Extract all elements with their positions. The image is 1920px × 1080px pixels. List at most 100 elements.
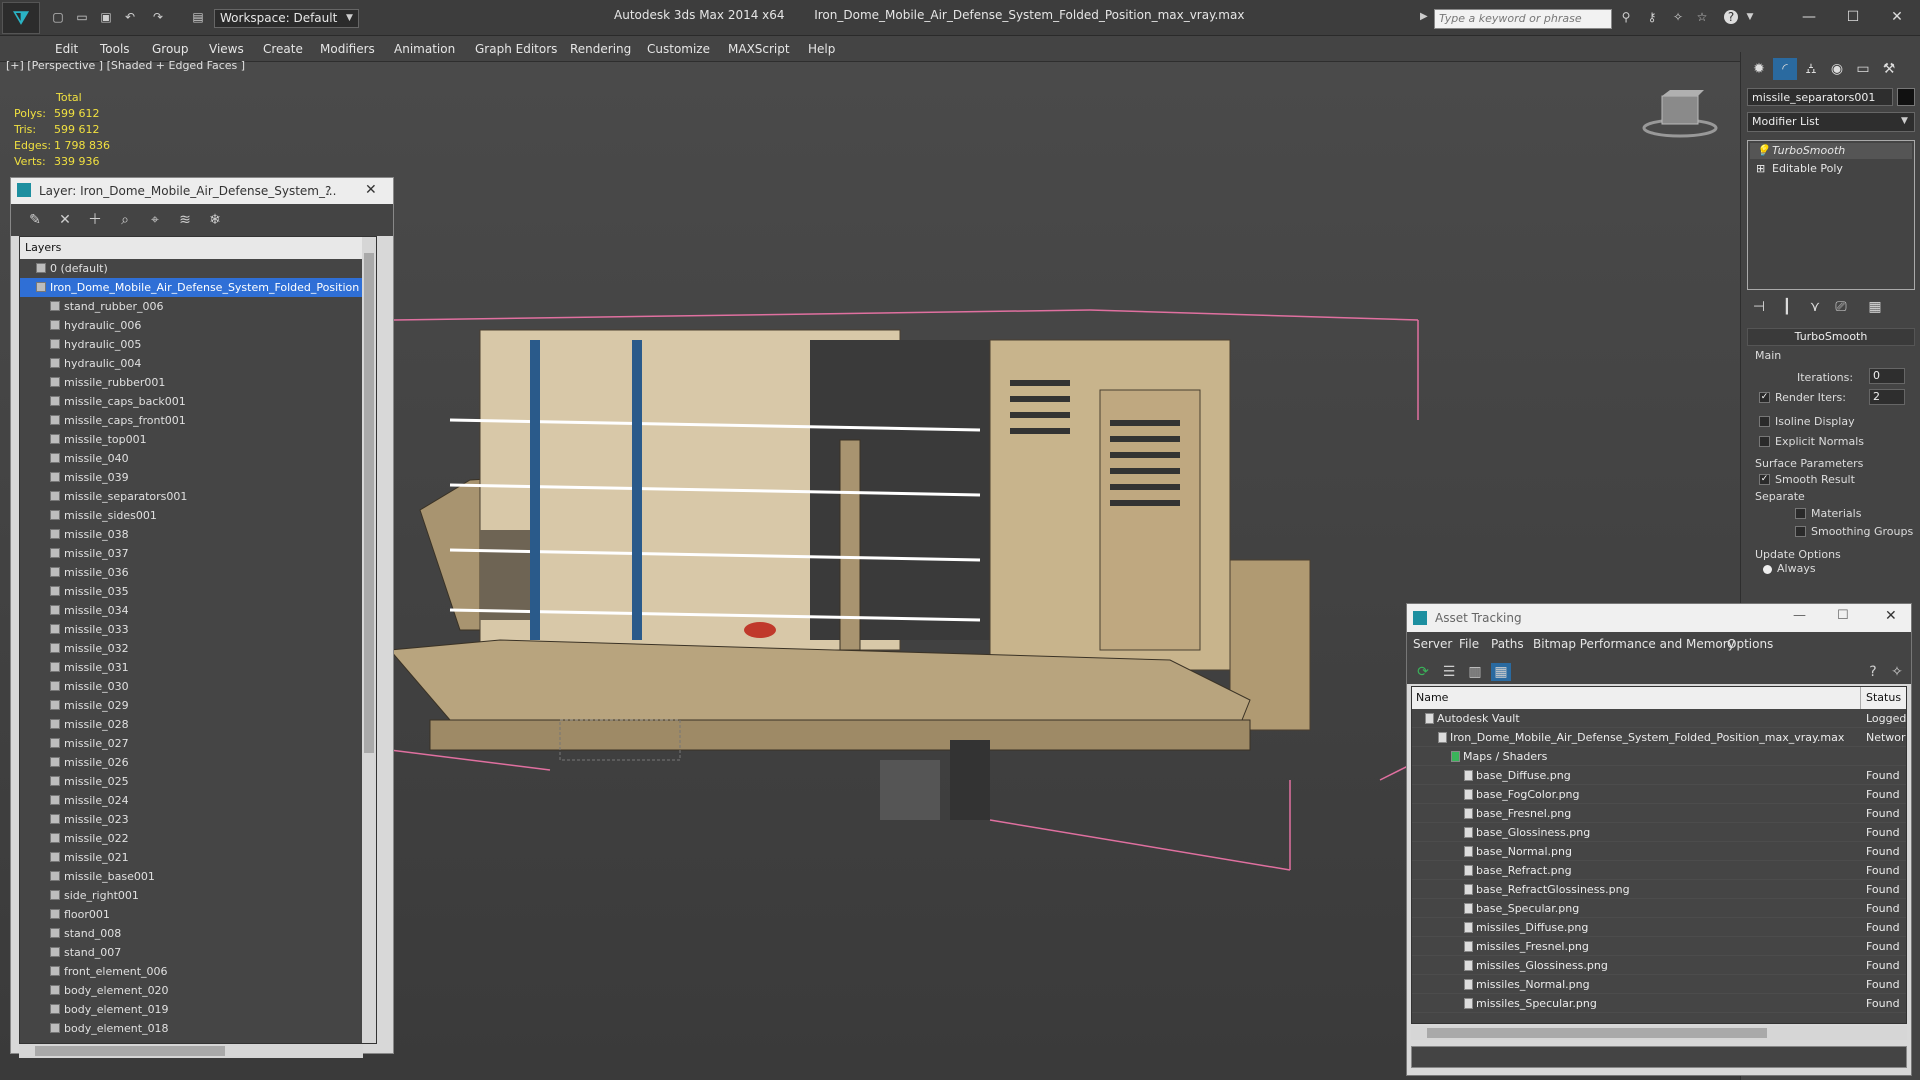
menu-graph-editors[interactable]: Graph Editors	[475, 42, 557, 56]
render-iters-checkbox[interactable]: ✓	[1759, 392, 1770, 403]
layer-item[interactable]: stand_008	[20, 924, 364, 943]
asset-settings-icon[interactable]: ✧	[1887, 663, 1907, 681]
layer-item[interactable]: hydraulic_006	[20, 316, 364, 335]
asset-row[interactable]: Autodesk Vault Logged O	[1412, 709, 1906, 728]
layer-close-icon[interactable]: ✕	[365, 182, 377, 198]
layer-item[interactable]: missile_sides001	[20, 506, 364, 525]
asset-row[interactable]: base_Normal.png Found	[1412, 842, 1906, 861]
asset-row[interactable]: base_Diffuse.png Found	[1412, 766, 1906, 785]
communication-icon[interactable]: ✧	[1670, 10, 1686, 24]
delete-layer-icon[interactable]: ✕	[55, 211, 75, 229]
modifier-list-dropdown[interactable]: Modifier List	[1747, 112, 1915, 132]
layer-item[interactable]: stand_007	[20, 943, 364, 962]
materials-checkbox[interactable]	[1795, 508, 1806, 519]
asset-row[interactable]: Iron_Dome_Mobile_Air_Defense_System_Fold…	[1412, 728, 1906, 747]
menu-customize[interactable]: Customize	[647, 42, 710, 56]
project-folder-icon[interactable]: ▤	[190, 10, 206, 24]
layer-item[interactable]: missile_026	[20, 753, 364, 772]
layer-item[interactable]: floor001	[20, 905, 364, 924]
redo-icon[interactable]: ↷	[150, 10, 166, 24]
layer-vertical-scrollbar[interactable]	[362, 237, 376, 1043]
asset-menu-server[interactable]: Server	[1413, 637, 1452, 651]
always-radio[interactable]	[1763, 565, 1772, 574]
asset-row[interactable]: base_Refract.png Found	[1412, 861, 1906, 880]
menu-animation[interactable]: Animation	[394, 42, 455, 56]
render-iters-spinner[interactable]: 2	[1869, 389, 1905, 405]
layer-item[interactable]: missile_035	[20, 582, 364, 601]
asset-menu-file[interactable]: File	[1459, 637, 1479, 651]
thumbnail-view-icon[interactable]: ▥	[1465, 663, 1485, 681]
lightbulb-icon[interactable]: 💡	[1756, 143, 1770, 159]
utilities-tab-icon[interactable]: ⚒	[1877, 58, 1901, 80]
menu-views[interactable]: Views	[209, 42, 244, 56]
smooth-result-checkbox[interactable]: ✓	[1759, 474, 1770, 485]
layer-item[interactable]: missile_037	[20, 544, 364, 563]
asset-minimize-icon[interactable]: —	[1793, 608, 1806, 623]
layer-horizontal-scrollbar[interactable]	[19, 1044, 363, 1058]
display-tab-icon[interactable]: ▭	[1851, 58, 1875, 80]
asset-row[interactable]: base_FogColor.png Found	[1412, 785, 1906, 804]
layer-item[interactable]: hydraulic_004	[20, 354, 364, 373]
asset-menu-paths[interactable]: Paths	[1491, 637, 1524, 651]
layer-horizontal-thumb[interactable]	[35, 1046, 225, 1056]
layer-item[interactable]: stand_rubber_006	[20, 297, 364, 316]
layer-item[interactable]: side_right001	[20, 886, 364, 905]
asset-menu-options[interactable]: Options	[1727, 637, 1773, 651]
viewcube-icon[interactable]	[1640, 90, 1720, 140]
subscription-icon[interactable]: ⚷	[1644, 10, 1660, 24]
asset-horizontal-thumb[interactable]	[1427, 1028, 1767, 1038]
workspace-dropdown[interactable]: Workspace: Default	[214, 9, 359, 28]
layer-item[interactable]: missile_040	[20, 449, 364, 468]
asset-maximize-icon[interactable]: ☐	[1837, 608, 1849, 623]
minimize-icon[interactable]: —	[1794, 6, 1824, 28]
layer-item[interactable]: missile_029	[20, 696, 364, 715]
column-divider[interactable]	[1860, 687, 1861, 709]
object-color-swatch[interactable]	[1897, 88, 1915, 106]
modify-tab-icon[interactable]: ◜	[1773, 58, 1797, 80]
asset-row[interactable]: base_RefractGlossiness.png Found	[1412, 880, 1906, 899]
remove-modifier-icon[interactable]: ⎚	[1829, 296, 1853, 318]
layer-item[interactable]: missile_036	[20, 563, 364, 582]
menu-help[interactable]: Help	[808, 42, 835, 56]
favorites-star-icon[interactable]: ☆	[1694, 10, 1710, 24]
explicit-normals-checkbox[interactable]	[1759, 436, 1770, 447]
menu-edit[interactable]: Edit	[55, 42, 78, 56]
layer-help-icon[interactable]: ?	[325, 184, 331, 198]
layer-item[interactable]: missile_033	[20, 620, 364, 639]
help-dropdown-icon[interactable]: ▼	[1742, 10, 1758, 24]
create-layer-icon[interactable]: ✎	[25, 211, 45, 229]
maximize-icon[interactable]: ☐	[1838, 6, 1868, 28]
asset-row[interactable]: base_Fresnel.png Found	[1412, 804, 1906, 823]
asset-row[interactable]: base_Specular.png Found	[1412, 899, 1906, 918]
stack-item-turbosmooth[interactable]: 💡 TurboSmooth	[1750, 143, 1912, 159]
column-status-header[interactable]: Status	[1866, 691, 1901, 704]
layer-item[interactable]: missile_022	[20, 829, 364, 848]
layer-item[interactable]: missile_base001	[20, 867, 364, 886]
layer-item[interactable]: body_element_019	[20, 1000, 364, 1019]
menu-tools[interactable]: Tools	[100, 42, 130, 56]
layer-item[interactable]: missile_038	[20, 525, 364, 544]
menu-maxscript[interactable]: MAXScript	[728, 42, 790, 56]
workspace-arrow-icon[interactable]: ▼	[346, 13, 353, 23]
asset-tracking-titlebar[interactable]: Asset Tracking — ☐ ✕	[1407, 604, 1911, 632]
column-name-header[interactable]: Name	[1416, 691, 1448, 704]
asset-row[interactable]: missiles_Normal.png Found	[1412, 975, 1906, 994]
layer-item[interactable]: missile_031	[20, 658, 364, 677]
hierarchy-tab-icon[interactable]: ⛼	[1799, 58, 1823, 80]
layer-item[interactable]: missile_039	[20, 468, 364, 487]
layer-item[interactable]: missile_top001	[20, 430, 364, 449]
table-view-icon[interactable]: ▦	[1491, 663, 1511, 681]
undo-icon[interactable]: ↶	[122, 10, 138, 24]
close-window-icon[interactable]: ✕	[1882, 6, 1912, 28]
layer-item[interactable]: missile_030	[20, 677, 364, 696]
layer-item[interactable]: body_element_018	[20, 1019, 364, 1038]
viewport-label[interactable]: [+] [Perspective ] [Shaded + Edged Faces…	[6, 59, 245, 72]
layer-item[interactable]: missile_025	[20, 772, 364, 791]
list-view-icon[interactable]: ☰	[1439, 663, 1459, 681]
asset-help-icon[interactable]: ?	[1863, 663, 1883, 681]
create-tab-icon[interactable]: ✹	[1747, 58, 1771, 80]
freeze-all-icon[interactable]: ❄	[205, 211, 225, 229]
layer-vertical-thumb[interactable]	[364, 253, 374, 753]
motion-tab-icon[interactable]: ◉	[1825, 58, 1849, 80]
layer-panel-titlebar[interactable]: Layer: Iron_Dome_Mobile_Air_Defense_Syst…	[11, 178, 393, 204]
